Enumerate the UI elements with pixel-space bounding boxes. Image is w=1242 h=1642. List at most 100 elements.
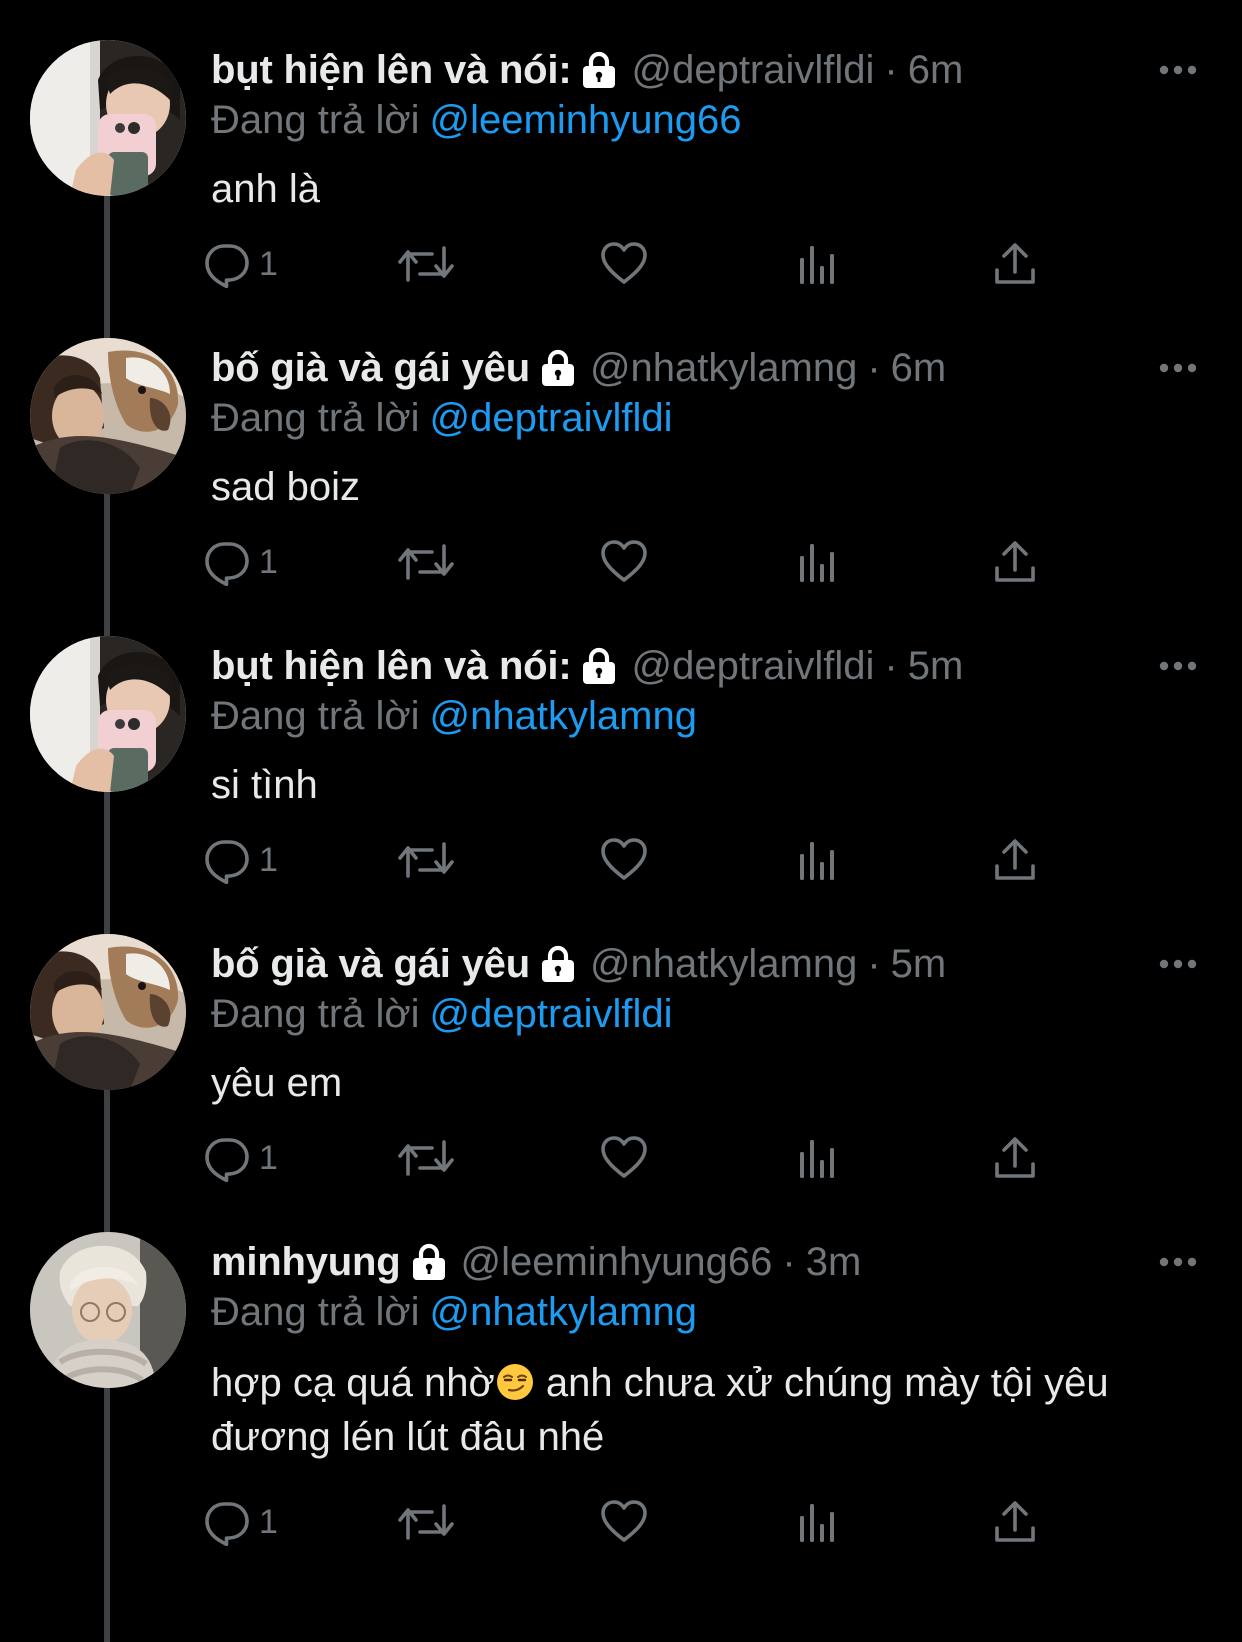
- share-button[interactable]: [991, 234, 1039, 294]
- reply-thread: bụt hiện lên và nói: @deptraivlfldi · 6m…: [0, 0, 1242, 1642]
- more-icon[interactable]: [1158, 1256, 1198, 1268]
- analytics-icon: [794, 538, 842, 586]
- replying-to: Đang trả lời @deptraivlfldi: [211, 990, 672, 1038]
- user-handle[interactable]: @deptraivlfldi: [631, 642, 874, 690]
- tweet[interactable]: bụt hiện lên và nói: @deptraivlfldi · 5m…: [0, 636, 1242, 934]
- reply-button[interactable]: 1: [203, 1128, 278, 1188]
- avatar[interactable]: [30, 338, 186, 494]
- retweet-button[interactable]: [396, 1128, 456, 1188]
- like-icon: [600, 240, 648, 288]
- timestamp[interactable]: 6m: [908, 46, 964, 94]
- like-button[interactable]: [600, 1492, 648, 1552]
- analytics-button[interactable]: [794, 830, 842, 890]
- reply-prefix: Đang trả lời: [211, 694, 420, 738]
- avatar[interactable]: [30, 934, 186, 1090]
- retweet-icon: [396, 836, 456, 884]
- timestamp[interactable]: 5m: [908, 642, 964, 690]
- replying-to: Đang trả lời @deptraivlfldi: [211, 394, 672, 442]
- tweet[interactable]: minhyung @leeminhyung66 · 3m Đang trả lờ…: [0, 1232, 1242, 1642]
- reply-button[interactable]: 1: [203, 532, 278, 592]
- separator-dot: ·: [884, 48, 898, 92]
- tweet-text: hợp cạ quá nhờ anh chưa xử chúng mày tội…: [211, 1356, 1201, 1464]
- lock-icon: [538, 944, 578, 984]
- reply-icon: [203, 240, 251, 288]
- tweet-header: bố già và gái yêu @nhatkylamng · 5m: [211, 940, 946, 988]
- share-button[interactable]: [991, 532, 1039, 592]
- tweet[interactable]: bố già và gái yêu @nhatkylamng · 5m Đang…: [0, 934, 1242, 1232]
- reply-target-link[interactable]: @leeminhyung66: [430, 98, 742, 142]
- reply-button[interactable]: 1: [203, 234, 278, 294]
- lock-icon: [579, 646, 619, 686]
- user-handle[interactable]: @nhatkylamng: [590, 940, 857, 988]
- reply-count: 1: [259, 244, 278, 283]
- timestamp[interactable]: 3m: [806, 1238, 862, 1286]
- analytics-button[interactable]: [794, 532, 842, 592]
- like-button[interactable]: [600, 1128, 648, 1188]
- more-icon[interactable]: [1158, 362, 1198, 374]
- retweet-button[interactable]: [396, 234, 456, 294]
- display-name[interactable]: minhyung: [211, 1238, 401, 1286]
- retweet-icon: [396, 240, 456, 288]
- avatar-deptraivlfldi: [30, 636, 186, 792]
- display-name[interactable]: bụt hiện lên và nói:: [211, 46, 572, 94]
- like-icon: [600, 1498, 648, 1546]
- separator-dot: ·: [867, 346, 881, 390]
- analytics-button[interactable]: [794, 234, 842, 294]
- user-handle[interactable]: @leeminhyung66: [461, 1238, 773, 1286]
- reply-button[interactable]: 1: [203, 830, 278, 890]
- retweet-button[interactable]: [396, 830, 456, 890]
- retweet-button[interactable]: [396, 532, 456, 592]
- avatar[interactable]: [30, 40, 186, 196]
- timestamp[interactable]: 6m: [891, 344, 947, 392]
- avatar[interactable]: [30, 1232, 186, 1388]
- reply-icon: [203, 836, 251, 884]
- tweet-text: si tình: [211, 763, 318, 807]
- user-handle[interactable]: @nhatkylamng: [590, 344, 857, 392]
- tweet[interactable]: bố già và gái yêu @nhatkylamng · 6m Đang…: [0, 338, 1242, 636]
- tweet-actions: 1: [211, 532, 1111, 592]
- display-name[interactable]: bố già và gái yêu: [211, 940, 530, 988]
- like-button[interactable]: [600, 830, 648, 890]
- reply-target-link[interactable]: @nhatkylamng: [430, 694, 697, 738]
- retweet-button[interactable]: [396, 1492, 456, 1552]
- reply-button[interactable]: 1: [203, 1492, 278, 1552]
- share-button[interactable]: [991, 1492, 1039, 1552]
- user-handle[interactable]: @deptraivlfldi: [631, 46, 874, 94]
- tweet-text: yêu em: [211, 1061, 343, 1105]
- like-button[interactable]: [600, 234, 648, 294]
- display-name[interactable]: bố già và gái yêu: [211, 344, 530, 392]
- reply-target-link[interactable]: @nhatkylamng: [430, 1290, 697, 1334]
- smirk-emoji-icon: [495, 1362, 535, 1402]
- like-button[interactable]: [600, 532, 648, 592]
- reply-target-link[interactable]: @deptraivlfldi: [430, 396, 673, 440]
- more-icon[interactable]: [1158, 660, 1198, 672]
- display-name[interactable]: bụt hiện lên và nói:: [211, 642, 572, 690]
- reply-icon: [203, 1498, 251, 1546]
- share-icon: [991, 240, 1039, 288]
- tweet-header: bụt hiện lên và nói: @deptraivlfldi · 6m: [211, 46, 963, 94]
- lock-icon: [538, 348, 578, 388]
- timestamp[interactable]: 5m: [891, 940, 947, 988]
- share-icon: [991, 1498, 1039, 1546]
- reply-count: 1: [259, 1138, 278, 1177]
- more-icon[interactable]: [1158, 958, 1198, 970]
- tweet-text: anh là: [211, 167, 320, 211]
- separator-dot: ·: [867, 942, 881, 986]
- share-button[interactable]: [991, 1128, 1039, 1188]
- tweet[interactable]: bụt hiện lên và nói: @deptraivlfldi · 6m…: [0, 40, 1242, 338]
- avatar-nhatkylamng: [30, 338, 186, 494]
- analytics-button[interactable]: [794, 1492, 842, 1552]
- more-icon[interactable]: [1158, 64, 1198, 76]
- separator-dot: ·: [884, 644, 898, 688]
- avatar[interactable]: [30, 636, 186, 792]
- analytics-icon: [794, 1498, 842, 1546]
- reply-icon: [203, 1134, 251, 1182]
- tweet-actions: 1: [211, 1128, 1111, 1188]
- avatar-deptraivlfldi: [30, 40, 186, 196]
- like-icon: [600, 538, 648, 586]
- tweet-text: sad boiz: [211, 465, 360, 509]
- tweet-header: bố già và gái yêu @nhatkylamng · 6m: [211, 344, 946, 392]
- share-button[interactable]: [991, 830, 1039, 890]
- analytics-button[interactable]: [794, 1128, 842, 1188]
- reply-target-link[interactable]: @deptraivlfldi: [430, 992, 673, 1036]
